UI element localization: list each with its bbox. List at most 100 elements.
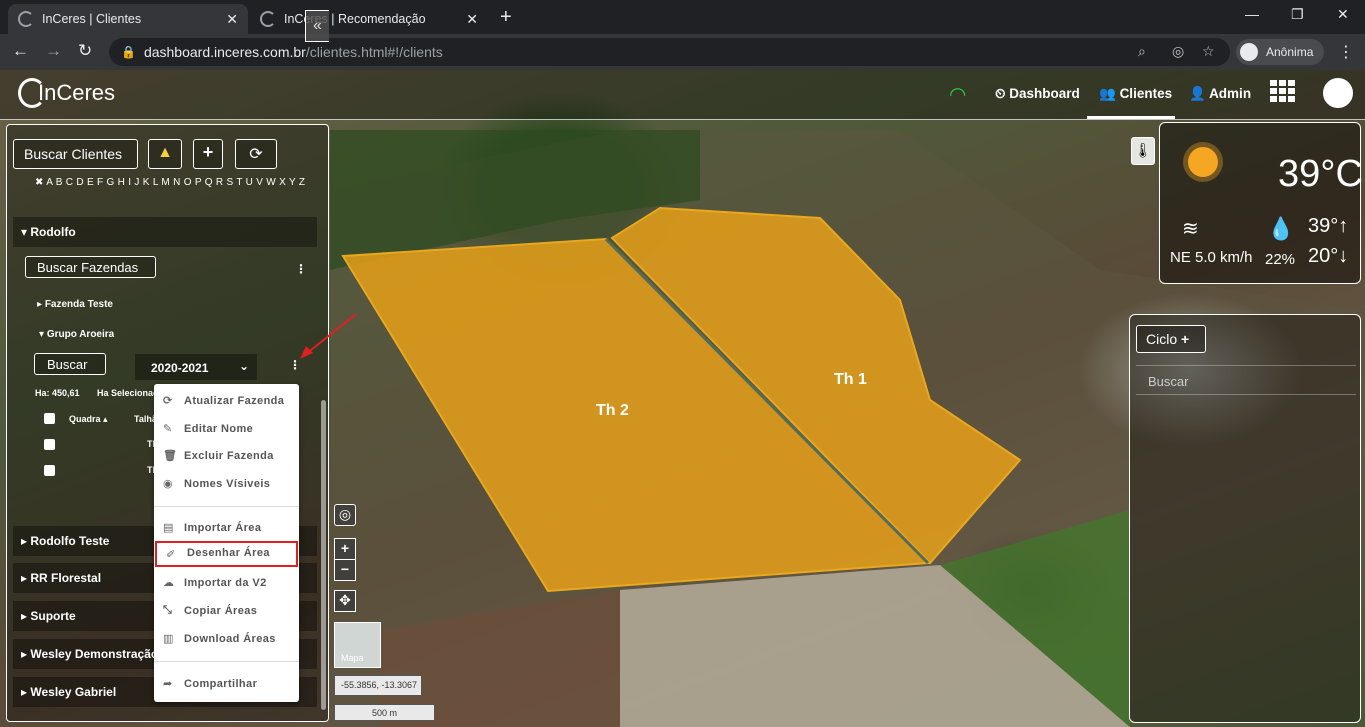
menu-label: Copiar Áreas: [184, 605, 258, 617]
apps-grid-icon[interactable]: [1270, 80, 1298, 104]
alphabet-filter[interactable]: ✖ A B C D E F G H I J K L M N O P Q R S …: [35, 177, 305, 188]
scrollbar[interactable]: [321, 400, 326, 710]
compass-icon[interactable]: ◎: [334, 504, 356, 526]
profile-label: Anônima: [1266, 45, 1314, 59]
inceres-logo[interactable]: InCeres: [18, 78, 115, 108]
warning-icon[interactable]: ▲: [148, 139, 182, 169]
close-icon[interactable]: ✕: [226, 11, 238, 28]
reload-icon[interactable]: ↻: [78, 41, 92, 61]
client-name: Suporte: [30, 609, 76, 623]
compress-icon: ⤡: [163, 604, 173, 616]
sun-icon: [1188, 147, 1218, 177]
menu-excluir-fazenda[interactable]: 🗑 Excluir Fazenda: [154, 444, 299, 470]
ciclo-search-input[interactable]: Buscar: [1136, 365, 1356, 395]
nav-clientes[interactable]: 👥 Clientes: [1099, 86, 1172, 102]
menu-importar-v2[interactable]: ☁ Importar da V2: [154, 571, 299, 597]
client-row-rodolfo[interactable]: ▾ Rodolfo: [13, 217, 317, 247]
menu-label: Download Áreas: [184, 633, 276, 645]
wind-icon: ≋: [1182, 218, 1199, 240]
season-select[interactable]: 2020-2021 ⌄: [135, 354, 257, 380]
ciclo-label: Ciclo: [1146, 331, 1178, 347]
lock-icon: 🔒: [121, 45, 136, 59]
col-quadra[interactable]: Quadra ▴: [69, 414, 108, 425]
profile-button[interactable]: Anônima: [1236, 39, 1324, 65]
scale-bar: 500 m: [334, 704, 435, 721]
nav-dashboard-label: Dashboard: [1009, 86, 1080, 101]
add-client-button[interactable]: +: [193, 139, 223, 169]
thermometer-icon[interactable]: 🌡: [1131, 137, 1155, 165]
pan-icon[interactable]: ✥: [334, 590, 356, 612]
url-domain: dashboard.inceres.com.br: [143, 44, 306, 60]
row-checkbox[interactable]: [44, 465, 55, 476]
menu-nomes-visiveis[interactable]: ◉ Nomes Vísiveis: [154, 472, 299, 498]
tab-clientes[interactable]: InCeres | Clientes ✕: [8, 4, 248, 34]
search-clients-label: Buscar Clientes: [24, 146, 123, 162]
menu-label: Compartilhar: [184, 678, 258, 690]
search-clients-input[interactable]: Buscar Clientes: [13, 139, 138, 169]
menu-editar-nome[interactable]: ✎ Editar Nome: [154, 417, 299, 443]
wifi-icon: ◠: [950, 84, 966, 106]
menu-copiar-areas[interactable]: ⤡ Copiar Áreas: [154, 599, 299, 625]
farm-name: Grupo Aroeira: [46, 329, 115, 340]
farm-item-fazenda-teste[interactable]: ▸ Fazenda Teste: [37, 299, 113, 310]
search-farms-input[interactable]: Buscar Fazendas: [25, 256, 156, 278]
zoom-icon[interactable]: ⌕: [1138, 43, 1146, 60]
menu-label: Excluir Fazenda: [184, 450, 274, 462]
close-window-button[interactable]: ✕: [1337, 6, 1349, 23]
wind-speed: NE 5.0 km/h: [1170, 249, 1253, 266]
farm-item-grupo-aroeira[interactable]: ▾ Grupo Aroeira: [39, 329, 114, 340]
nav-dashboard[interactable]: ⏲ Dashboard: [995, 86, 1080, 102]
menu-divider: [154, 661, 299, 662]
menu-atualizar-fazenda[interactable]: ⟳ Atualizar Fazenda: [154, 389, 299, 415]
new-tab-button[interactable]: +: [500, 6, 512, 29]
col-talhao[interactable]: Talhão: [134, 414, 156, 424]
minimize-button[interactable]: —: [1245, 6, 1259, 22]
menu-compartilhar[interactable]: ➦ Compartilhar: [154, 672, 299, 698]
min-temperature: 20°↓: [1308, 245, 1348, 268]
bookmark-star-icon[interactable]: ☆: [1202, 43, 1215, 60]
select-all-checkbox[interactable]: [44, 413, 55, 424]
client-name: Rodolfo: [30, 225, 76, 239]
forward-icon[interactable]: →: [45, 41, 62, 61]
maximize-button[interactable]: ❐: [1291, 6, 1304, 23]
close-icon[interactable]: ✕: [466, 11, 478, 28]
app-header: InCeres ◠ ⏲ Dashboard 👥 Clientes 👤 Admin: [0, 70, 1365, 120]
trash-icon: 🗑: [163, 450, 178, 462]
collapse-panel-icon[interactable]: «: [305, 10, 329, 42]
url-path: /clientes.html#!/clients: [305, 44, 443, 60]
refresh-button[interactable]: ⟳: [235, 139, 277, 169]
address-bar[interactable]: 🔒 dashboard.inceres.com.br/clientes.html…: [109, 38, 1230, 66]
back-icon[interactable]: ←: [12, 41, 29, 61]
humidity-value: 22%: [1265, 251, 1296, 268]
zoom-out-button[interactable]: −: [334, 559, 356, 581]
zoom-in-button[interactable]: +: [334, 538, 356, 560]
user-avatar-icon[interactable]: [1323, 78, 1353, 108]
tab-recomendacao[interactable]: InCeres | Recomendação ✕: [250, 4, 488, 34]
col-quadra-label: Quadra: [69, 414, 101, 424]
add-ciclo-button[interactable]: Ciclo +: [1136, 325, 1206, 353]
menu-desenhar-area[interactable]: ✐ Desenhar Área: [155, 541, 298, 567]
menu-divider: [154, 506, 299, 507]
min-temp-value: 20°: [1308, 245, 1339, 267]
search-area-input[interactable]: Buscar: [34, 353, 106, 375]
browser-tab-bar: InCeres | Clientes ✕ InCeres | Recomenda…: [0, 0, 1365, 34]
arrow-up-icon: ↑: [1338, 215, 1349, 237]
eye-icon: ◉: [163, 478, 173, 490]
menu-label: Nomes Vísiveis: [184, 478, 271, 490]
nav-admin[interactable]: 👤 Admin: [1189, 86, 1251, 102]
max-temperature: 39°↑: [1308, 215, 1348, 238]
menu-label: Importar Área: [184, 522, 262, 534]
farms-menu-icon[interactable]: ⋮: [295, 262, 307, 276]
row-checkbox[interactable]: [44, 439, 55, 450]
browser-toolbar: ← → ↻ 🔒 dashboard.inceres.com.br/cliente…: [0, 34, 1365, 70]
tracking-icon[interactable]: ◎: [1172, 43, 1184, 60]
basemap-toggle[interactable]: Mapa: [334, 622, 381, 668]
field-label-th2: Th 2: [596, 402, 629, 419]
menu-download-areas[interactable]: ▥ Download Áreas: [154, 627, 299, 653]
menu-importar-area[interactable]: ▤ Importar Área: [154, 516, 299, 542]
ciclo-panel: Ciclo + Buscar: [1129, 314, 1361, 723]
browser-menu-icon[interactable]: ⋮: [1338, 42, 1354, 62]
logo-text: InCeres: [38, 80, 116, 105]
client-name: Wesley Demonstração: [30, 647, 159, 661]
file-icon: ▤: [163, 522, 174, 534]
